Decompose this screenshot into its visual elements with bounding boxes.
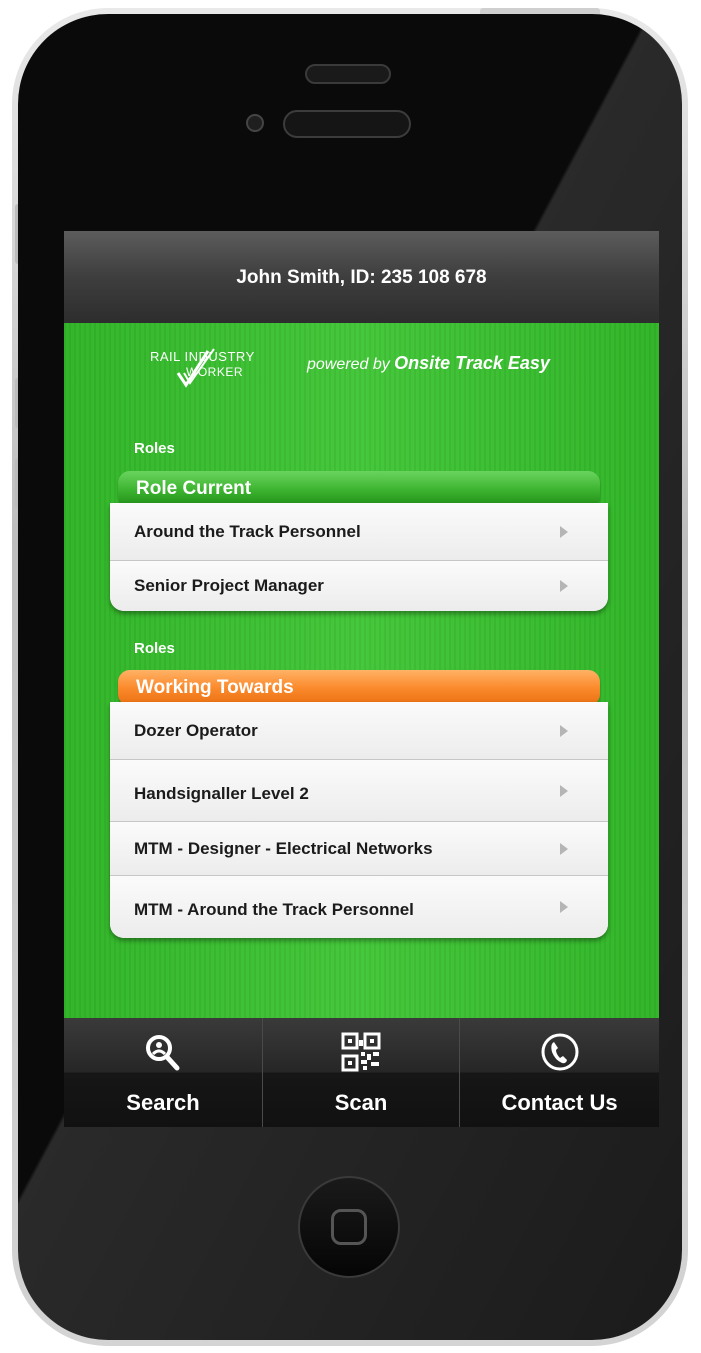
earpiece <box>283 110 411 138</box>
tab-scan[interactable]: Scan <box>262 1018 459 1127</box>
home-square-icon <box>331 1209 367 1245</box>
tab-contact-us-label: Contact Us <box>501 1090 618 1115</box>
chevron-right-icon <box>560 784 568 797</box>
role-current-list: Around the Track Personnel Senior Projec… <box>110 503 608 611</box>
list-item-mtm-around-the-track-personnel[interactable]: MTM - Around the Track Personnel <box>110 876 608 938</box>
section-label-roles-working: Roles <box>134 640 175 657</box>
tab-search-label: Search <box>126 1090 200 1115</box>
powered-by-text: powered by Onsite Track Easy <box>307 353 550 374</box>
group-header-working-towards: Working Towards <box>118 670 600 706</box>
list-item-label: MTM - Designer - Electrical Networks <box>134 838 433 858</box>
front-camera <box>246 114 264 132</box>
chevron-right-icon <box>560 724 568 737</box>
logo-line2: WORKER <box>186 365 243 379</box>
app-screen: John Smith, ID: 235 108 678 RAIL INDUSTR… <box>64 231 659 1127</box>
list-item-dozer-operator[interactable]: Dozer Operator <box>110 702 608 760</box>
list-item-label: Handsignaller Level 2 <box>134 784 309 803</box>
chevron-right-icon <box>560 901 568 913</box>
header-bar: John Smith, ID: 235 108 678 <box>64 231 659 324</box>
powered-brand: Onsite Track Easy <box>394 353 550 373</box>
list-item-senior-project-manager[interactable]: Senior Project Manager <box>110 561 608 611</box>
list-item-label: MTM - Around the Track Personnel <box>134 900 414 919</box>
chevron-right-icon <box>560 580 568 592</box>
tab-scan-label: Scan <box>334 1090 388 1115</box>
chevron-right-icon <box>560 525 568 538</box>
qr-code-icon <box>341 1032 381 1072</box>
list-item-handsignaller-level-2[interactable]: Handsignaller Level 2 <box>110 760 608 822</box>
working-towards-list: Dozer Operator Handsignaller Level 2 MTM… <box>110 702 608 938</box>
phone-icon <box>541 1033 578 1071</box>
list-item-mtm-designer-electrical-networks[interactable]: MTM - Designer - Electrical Networks <box>110 822 608 876</box>
tab-search[interactable]: Search <box>64 1018 262 1127</box>
home-button[interactable] <box>298 1176 400 1278</box>
tab-bar: Search Scan Contact Us <box>64 1018 659 1127</box>
powered-prefix: powered by <box>307 356 395 373</box>
logo-line1: RAIL INDUSTRY <box>150 349 255 364</box>
content-area: RAIL INDUSTRY WORKER powered by Onsite T… <box>64 323 659 1018</box>
list-item-label: Senior Project Manager <box>134 576 324 595</box>
rail-industry-worker-logo: RAIL INDUSTRY WORKER <box>146 347 296 391</box>
user-title: John Smith, ID: 235 108 678 <box>236 267 487 288</box>
list-item-label: Dozer Operator <box>134 720 258 740</box>
group-header-role-current: Role Current <box>118 471 600 507</box>
list-item-label: Around the Track Personnel <box>134 521 361 541</box>
section-label-roles-current: Roles <box>134 440 175 457</box>
search-icon <box>146 1035 180 1071</box>
list-item-around-the-track-personnel[interactable]: Around the Track Personnel <box>110 503 608 561</box>
chevron-right-icon <box>560 842 568 855</box>
tab-contact-us[interactable]: Contact Us <box>459 1018 659 1127</box>
top-speaker <box>305 64 391 84</box>
